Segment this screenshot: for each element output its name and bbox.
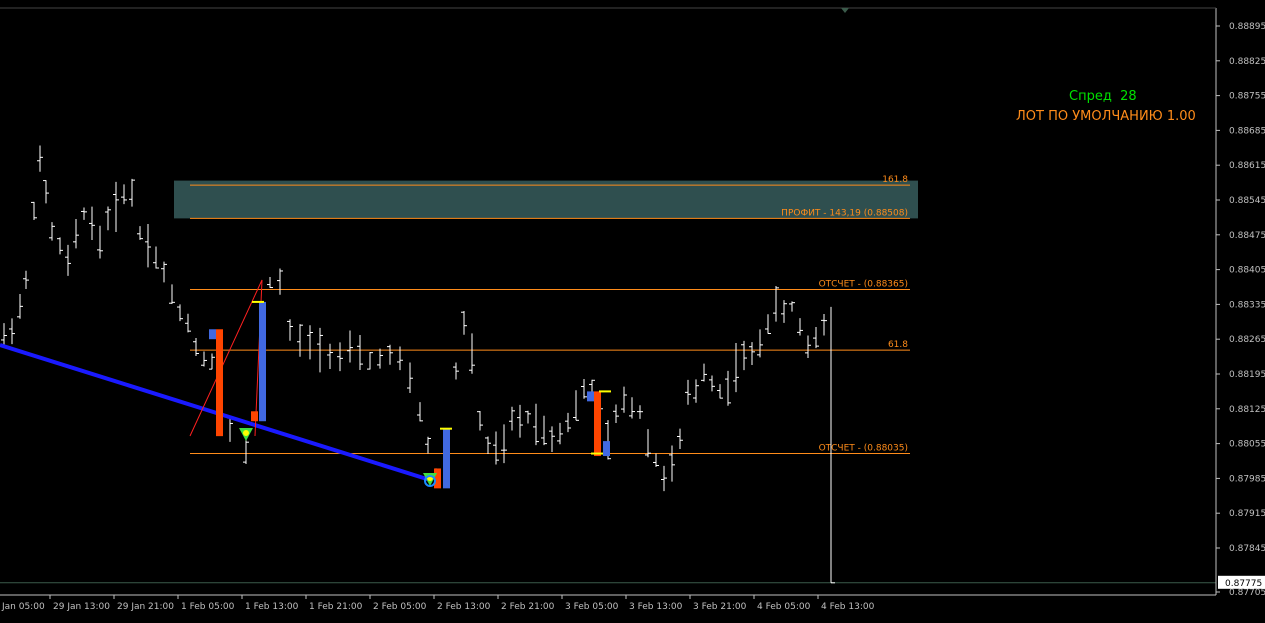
x-tick-label: 29 Jan 13:00 bbox=[53, 602, 110, 612]
fib-level-label: ОТСЧЕТ - (0.88365) bbox=[819, 279, 908, 289]
y-tick-label: 0.88125 bbox=[1229, 405, 1265, 415]
x-tick-label: Jan 05:00 bbox=[1, 602, 45, 612]
y-tick-label: 0.88405 bbox=[1229, 266, 1265, 276]
current-price-label: 0.87775 bbox=[1225, 579, 1262, 589]
x-tick-label: 2 Feb 21:00 bbox=[501, 602, 555, 612]
x-tick-label: 1 Feb 21:00 bbox=[309, 602, 363, 612]
fib-level-label: ОТСЧЕТ - (0.88035) bbox=[819, 444, 908, 454]
fib-level-label: 161.8 bbox=[882, 175, 908, 185]
signal-candle bbox=[259, 301, 266, 422]
fib-level-label: ПРОФИТ - 143,19 (0.88508) bbox=[781, 208, 908, 218]
spread-value: 28 bbox=[1120, 89, 1137, 104]
y-tick-label: 0.88685 bbox=[1229, 126, 1265, 136]
y-tick-label: 0.87845 bbox=[1229, 544, 1265, 554]
x-tick-label: 3 Feb 13:00 bbox=[629, 602, 683, 612]
y-tick-label: 0.88265 bbox=[1229, 335, 1265, 345]
x-tick-label: 4 Feb 13:00 bbox=[821, 602, 875, 612]
fib-levels-layer: 161.8 ПРОФИТ - 143,19 (0.88508) ОТСЧЕТ - (… bbox=[0, 175, 1216, 584]
x-tick-label: 29 Jan 21:00 bbox=[117, 602, 174, 612]
spread-label: Спред bbox=[1069, 89, 1112, 104]
y-tick-label: 0.88755 bbox=[1229, 92, 1265, 102]
y-tick-label: 0.88895 bbox=[1229, 22, 1265, 32]
y-tick-label: 0.88615 bbox=[1229, 161, 1265, 171]
y-tick-label: 0.88055 bbox=[1229, 440, 1265, 450]
y-tick-label: 0.88825 bbox=[1229, 57, 1265, 67]
signal-candle bbox=[603, 441, 610, 457]
signal-candle bbox=[443, 428, 450, 489]
x-tick-label: 3 Feb 21:00 bbox=[693, 602, 747, 612]
pattern-layer bbox=[0, 279, 611, 489]
spread-readout: Спред 28 bbox=[1069, 89, 1137, 104]
fib-level-label: 61.8 bbox=[888, 340, 908, 350]
chart-window[interactable]: 161.8 ПРОФИТ - 143,19 (0.88508) ОТСЧЕТ - (… bbox=[0, 0, 1265, 619]
y-tick-label: 0.88335 bbox=[1229, 300, 1265, 310]
y-tick-label: 0.87985 bbox=[1229, 474, 1265, 484]
y-tick-label: 0.88475 bbox=[1229, 231, 1265, 241]
signal-candle bbox=[251, 411, 258, 422]
x-tick-label: 3 Feb 05:00 bbox=[565, 602, 619, 612]
chart-shift-marker-icon bbox=[841, 8, 849, 13]
x-tick-label: 4 Feb 05:00 bbox=[757, 602, 811, 612]
x-tick-label: 2 Feb 05:00 bbox=[373, 602, 427, 612]
signal-candle bbox=[209, 329, 216, 340]
trend-line bbox=[0, 343, 431, 482]
arrow-signal-dot bbox=[243, 430, 249, 436]
y-tick-label: 0.88195 bbox=[1229, 370, 1265, 380]
default-lot-readout: ЛОТ ПО УМОЛЧАНИЮ 1.00 bbox=[1016, 109, 1196, 124]
y-tick-label: 0.87915 bbox=[1229, 509, 1265, 519]
y-tick-label: 0.87705 bbox=[1229, 588, 1265, 598]
x-tick-label: 2 Feb 13:00 bbox=[437, 602, 491, 612]
x-tick-label: 1 Feb 05:00 bbox=[181, 602, 235, 612]
signal-candle bbox=[587, 391, 594, 402]
signal-candle bbox=[594, 391, 601, 457]
y-tick-label: 0.88545 bbox=[1229, 196, 1265, 206]
x-tick-label: 1 Feb 13:00 bbox=[245, 602, 299, 612]
signal-candle bbox=[216, 329, 223, 437]
